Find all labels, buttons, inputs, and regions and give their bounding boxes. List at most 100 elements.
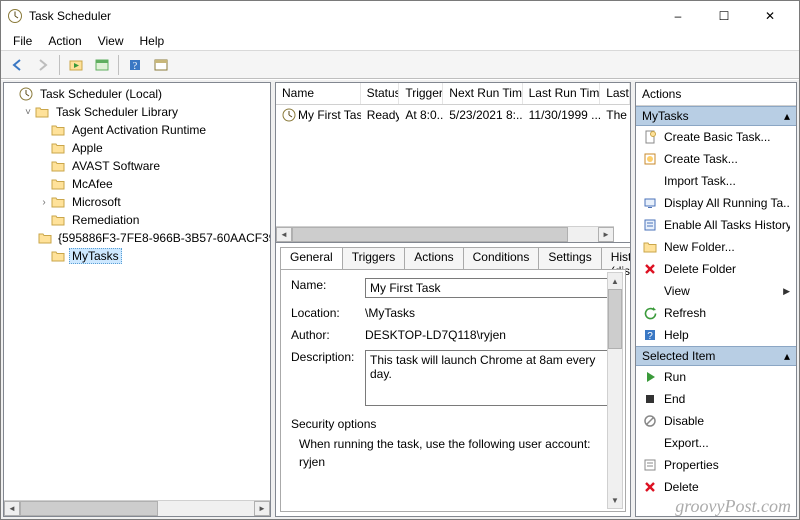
menu-file[interactable]: File <box>5 32 40 50</box>
tab-history-disabled-[interactable]: History (disabled) <box>601 247 630 269</box>
security-account-line: When running the task, use the following… <box>299 437 615 451</box>
action-delete[interactable]: Delete <box>636 476 796 498</box>
expand-icon[interactable]: › <box>38 197 50 208</box>
clock-icon <box>282 108 296 122</box>
tree-horizontal-scrollbar[interactable]: ◄ ► <box>4 500 270 516</box>
actions-section-selected[interactable]: Selected Item ▴ <box>636 346 796 366</box>
close-button[interactable]: ✕ <box>747 1 793 31</box>
location-label: Location: <box>291 306 365 320</box>
tree-item-microsoft[interactable]: ›Microsoft <box>6 193 270 211</box>
scroll-left-arrow-icon[interactable]: ◄ <box>276 227 292 242</box>
scroll-left-arrow-icon[interactable]: ◄ <box>4 501 20 516</box>
column-next-run-time[interactable]: Next Run Time <box>443 83 522 104</box>
menu-action[interactable]: Action <box>40 32 89 50</box>
action-view[interactable]: View▶ <box>636 280 796 302</box>
column-last-r[interactable]: Last R <box>600 83 630 104</box>
folder-icon <box>50 194 66 210</box>
scroll-up-arrow-icon[interactable]: ▲ <box>608 273 622 289</box>
collapse-icon: ▴ <box>784 109 790 123</box>
column-status[interactable]: Status <box>361 83 400 104</box>
action-import-task[interactable]: Import Task... <box>636 170 796 192</box>
display-icon <box>642 195 658 211</box>
column-last-run-time[interactable]: Last Run Time <box>523 83 601 104</box>
author-value: DESKTOP-LD7Q118\ryjen <box>365 328 615 342</box>
newtask-icon <box>642 151 658 167</box>
tab-general[interactable]: General <box>280 247 343 269</box>
maximize-button[interactable]: ☐ <box>701 1 747 31</box>
menubar: FileActionViewHelp <box>1 31 799 51</box>
titlebar: Task Scheduler – ☐ ✕ <box>1 1 799 31</box>
tree-item-mcafee[interactable]: McAfee <box>6 175 270 193</box>
action-new-folder[interactable]: New Folder... <box>636 236 796 258</box>
new-window-toolbar-button[interactable] <box>90 53 114 77</box>
scroll-right-arrow-icon[interactable]: ► <box>598 227 614 242</box>
description-field[interactable]: This task will launch Chrome at 8am ever… <box>365 350 615 406</box>
tree-root[interactable]: Task Scheduler (Local) <box>6 85 270 103</box>
deletex-icon <box>642 261 658 277</box>
expand-icon[interactable]: ˅ <box>22 107 34 118</box>
action-create-basic-task[interactable]: Create Basic Task... <box>636 126 796 148</box>
doc-icon <box>642 129 658 145</box>
description-label: Description: <box>291 350 365 364</box>
run-toolbar-button[interactable] <box>64 53 88 77</box>
tree-item--595886f3-7fe8-966b-3b57-60aacf398[interactable]: {595886F3-7FE8-966B-3B57-60AACF398 <box>6 229 270 247</box>
actions-header: Actions <box>636 83 796 106</box>
folder-icon <box>50 176 66 192</box>
action-enable-all-tasks-history[interactable]: Enable All Tasks History <box>636 214 796 236</box>
tab-actions[interactable]: Actions <box>404 247 463 269</box>
menu-help[interactable]: Help <box>132 32 173 50</box>
folder-icon <box>50 158 66 174</box>
tree-item-agent-activation-runtime[interactable]: Agent Activation Runtime <box>6 121 270 139</box>
name-field[interactable] <box>365 278 615 298</box>
action-help[interactable]: ?Help <box>636 324 796 346</box>
tree-item-avast-software[interactable]: AVAST Software <box>6 157 270 175</box>
menu-view[interactable]: View <box>90 32 132 50</box>
action-display-all-running-ta[interactable]: Display All Running Ta... <box>636 192 796 214</box>
svg-text:?: ? <box>133 61 138 72</box>
task-row[interactable]: My First TaskReadyAt 8:0...5/23/2021 8:.… <box>276 105 630 125</box>
tab-conditions[interactable]: Conditions <box>463 247 540 269</box>
tree-library[interactable]: ˅Task Scheduler Library <box>6 103 270 121</box>
tree-item-remediation[interactable]: Remediation <box>6 211 270 229</box>
folder-icon <box>34 104 50 120</box>
forward-button[interactable] <box>31 53 55 77</box>
tab-triggers[interactable]: Triggers <box>342 247 406 269</box>
tree-item-mytasks[interactable]: MyTasks <box>6 247 270 265</box>
tree-item-apple[interactable]: Apple <box>6 139 270 157</box>
column-name[interactable]: Name <box>276 83 361 104</box>
folder-icon <box>50 122 66 138</box>
action-end[interactable]: End <box>636 388 796 410</box>
security-options-header: Security options <box>291 417 615 431</box>
actions-section-mytasks[interactable]: MyTasks ▴ <box>636 106 796 126</box>
minimize-button[interactable]: – <box>655 1 701 31</box>
action-properties[interactable]: Properties <box>636 454 796 476</box>
run-icon <box>642 369 658 385</box>
enable-icon <box>642 217 658 233</box>
action-create-task[interactable]: Create Task... <box>636 148 796 170</box>
action-export[interactable]: Export... <box>636 432 796 454</box>
tab-settings[interactable]: Settings <box>538 247 601 269</box>
column-triggers[interactable]: Triggers <box>399 83 443 104</box>
refresh-icon <box>642 305 658 321</box>
folder-icon <box>50 140 66 156</box>
toolbar: ? <box>1 51 799 79</box>
toolbar-separator <box>118 55 119 75</box>
action-run[interactable]: Run <box>636 366 796 388</box>
back-button[interactable] <box>5 53 29 77</box>
scroll-down-arrow-icon[interactable]: ▼ <box>608 492 622 508</box>
list-horizontal-scrollbar[interactable]: ◄ ► <box>276 226 614 242</box>
help-toolbar-button[interactable]: ? <box>123 53 147 77</box>
name-label: Name: <box>291 278 365 292</box>
folder-icon <box>50 248 66 264</box>
folder-icon <box>50 212 66 228</box>
action-delete-folder[interactable]: Delete Folder <box>636 258 796 280</box>
window-title: Task Scheduler <box>29 9 655 23</box>
author-label: Author: <box>291 328 365 342</box>
details-vertical-scrollbar[interactable]: ▲ ▼ <box>607 272 623 509</box>
action-refresh[interactable]: Refresh <box>636 302 796 324</box>
panel-toolbar-button[interactable] <box>149 53 173 77</box>
action-disable[interactable]: Disable <box>636 410 796 432</box>
scroll-right-arrow-icon[interactable]: ► <box>254 501 270 516</box>
blank-icon <box>642 173 658 189</box>
help-icon: ? <box>642 327 658 343</box>
